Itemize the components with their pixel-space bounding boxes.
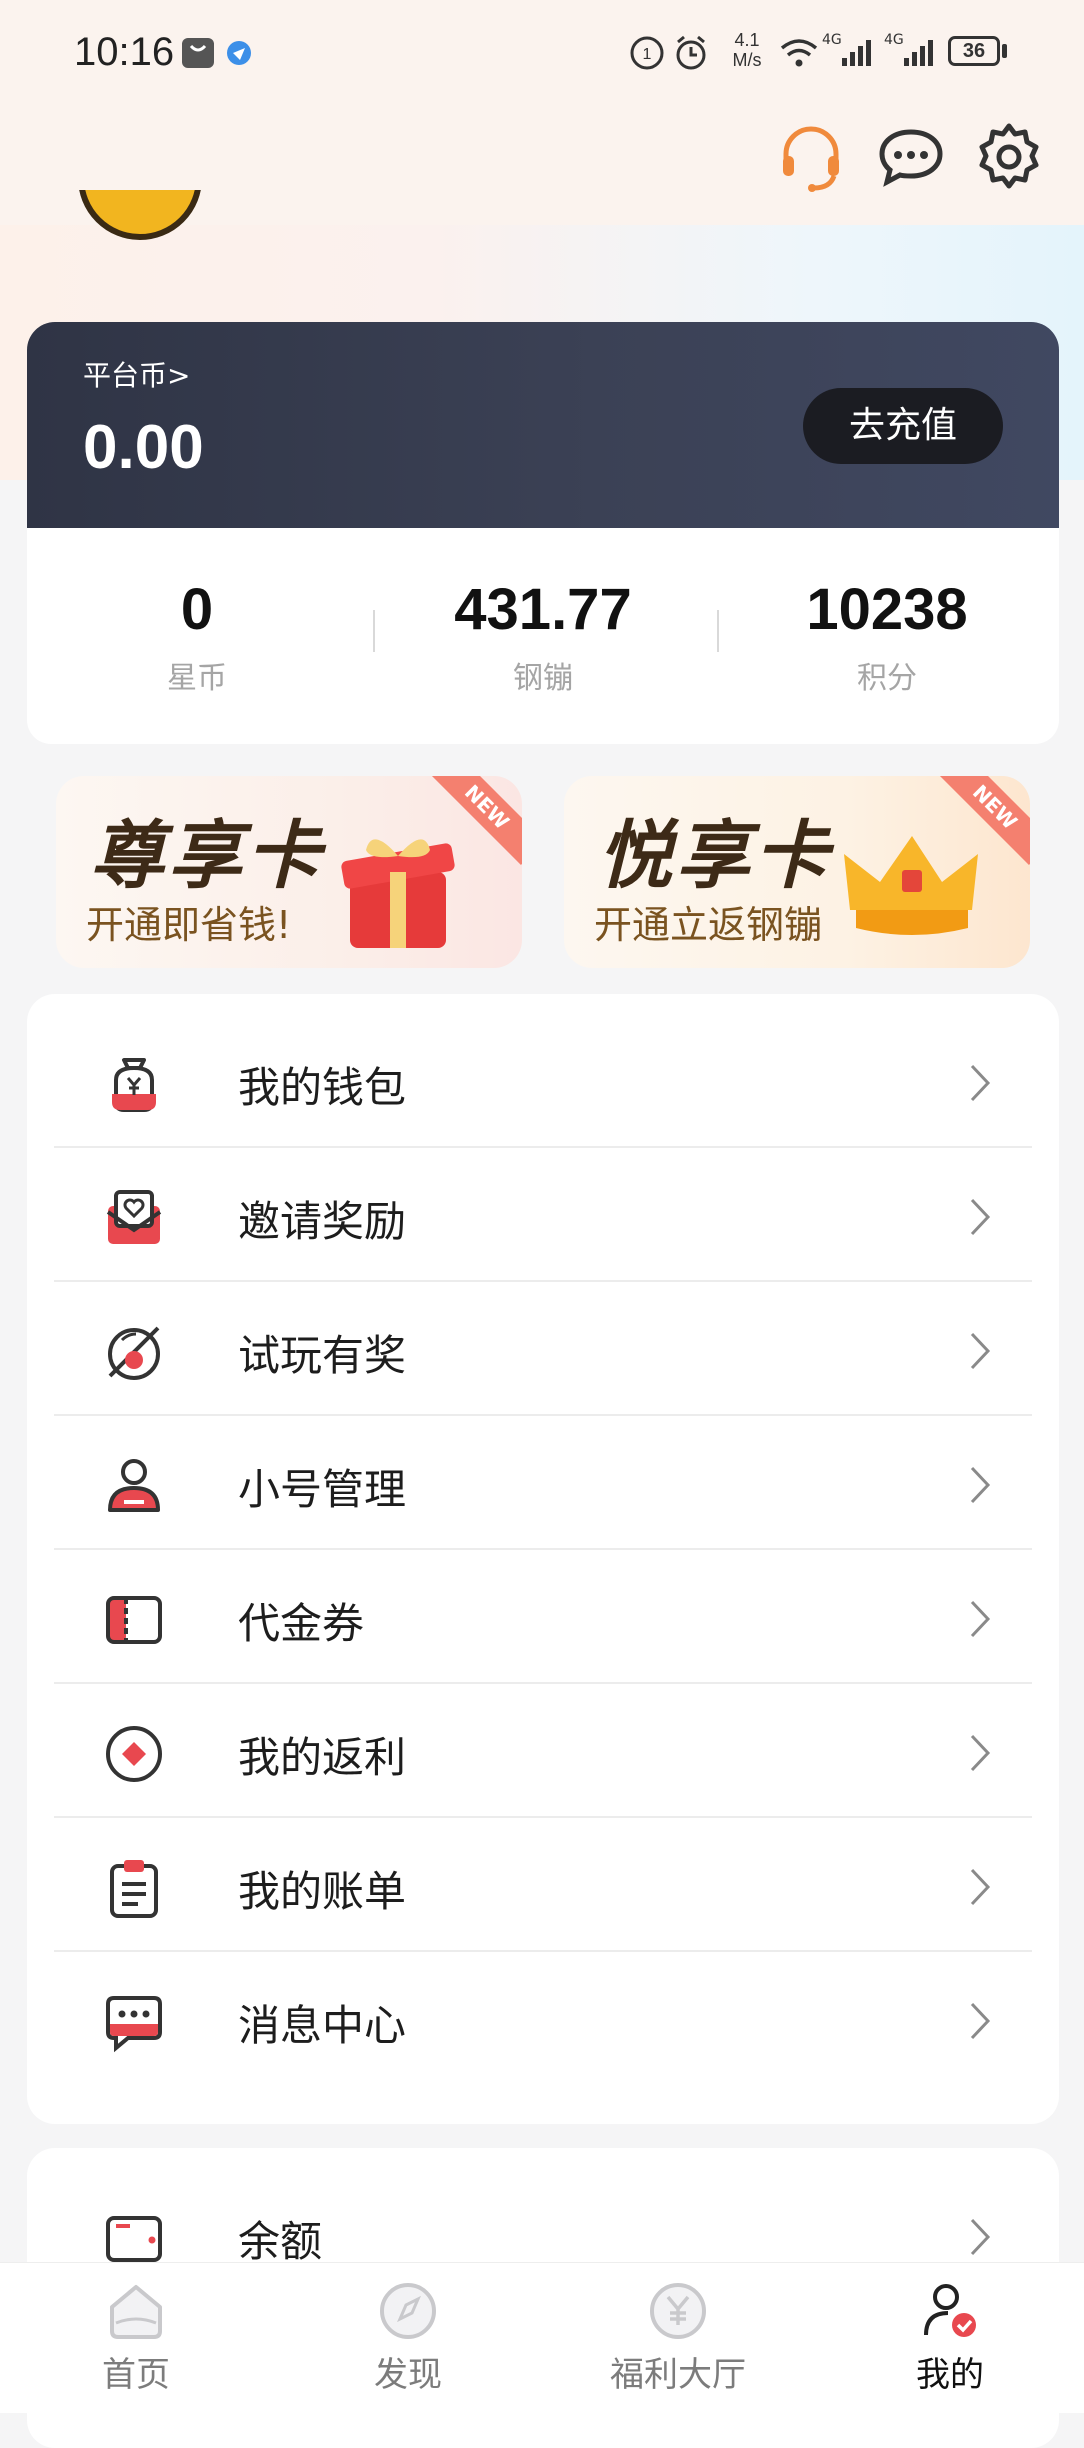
account-manage-icon	[108, 1459, 160, 1512]
battery-tip	[1002, 44, 1007, 58]
nav-label: 我的	[916, 2355, 984, 2395]
status-bar: 10:16 1 4.1 M/s 4G 4G 36	[0, 0, 1084, 110]
menu-card: 我的钱包 邀请奖励 试玩有奖 小号管理 代金券 我的返利 我的账单 消息中心	[27, 994, 1059, 2124]
balance-card-icon	[106, 2216, 162, 2262]
chevron-right-icon	[970, 2218, 991, 2256]
net-speed-value: 4.1	[734, 30, 760, 50]
bottom-navigation: 首页 发现 福利大厅 我的	[0, 2262, 1084, 2413]
stat-value: 0	[180, 577, 214, 642]
wifi-icon	[780, 39, 818, 67]
stat-star-coin[interactable]: 0 星币	[47, 576, 347, 697]
stat-value: 431.77	[454, 577, 632, 642]
status-time: 10:16	[74, 30, 175, 74]
message-icon[interactable]	[874, 120, 948, 194]
stat-label: 积分	[857, 661, 917, 696]
menu-item-wallet[interactable]: 我的钱包	[54, 1014, 1032, 1148]
bill-clipboard-icon	[110, 1860, 158, 1918]
platform-coin-card: 平台币> 0.00 去充值	[27, 322, 1059, 528]
yuan-coin-icon	[650, 2283, 706, 2339]
menu-item-label: 消息中心	[238, 2001, 407, 2050]
stat-divider	[373, 610, 375, 652]
chevron-right-icon	[970, 1600, 991, 1638]
promo-card-pleasure[interactable]: 悦享卡 开通立返钢镚 NEW	[564, 776, 1030, 968]
nav-discover[interactable]: 发现	[328, 2279, 488, 2396]
menu-item-account-manage[interactable]: 小号管理	[54, 1416, 1032, 1550]
menu-item-label: 邀请奖励	[238, 1197, 407, 1246]
menu-item-rebate[interactable]: 我的返利	[54, 1684, 1032, 1818]
home-icon	[110, 2285, 162, 2339]
settings-gear-icon[interactable]	[972, 120, 1046, 194]
compass-icon	[380, 2283, 436, 2339]
chevron-right-icon	[970, 1198, 991, 1236]
message-center-icon	[106, 1996, 162, 2053]
promo-card-premium[interactable]: 尊享卡 开通即省钱! NEW	[56, 776, 522, 968]
stat-divider	[717, 610, 719, 652]
menu-item-label: 我的钱包	[238, 1063, 407, 1112]
menu-item-label: 我的账单	[238, 1867, 407, 1916]
app-notification-icon	[227, 41, 251, 65]
battery-indicator: 36	[948, 36, 1000, 66]
stat-steel-coin[interactable]: 431.77 钢镚	[393, 576, 693, 697]
menu-item-label: 我的返利	[238, 1733, 407, 1782]
trial-play-icon	[108, 1326, 160, 1380]
nav-label: 首页	[102, 2355, 170, 2395]
customer-service-icon[interactable]	[774, 120, 848, 194]
alarm-icon	[676, 35, 706, 70]
nav-home[interactable]: 首页	[56, 2279, 216, 2396]
data-saver-icon: 1	[630, 36, 664, 70]
stats-card: 0 星币 431.77 钢镚 10238 积分	[27, 528, 1059, 744]
menu-item-invite[interactable]: 邀请奖励	[54, 1148, 1032, 1282]
crown-icon	[844, 836, 978, 935]
stat-label: 星币	[167, 661, 227, 696]
wallet-bag-icon	[112, 1058, 156, 1112]
stat-points[interactable]: 10238 积分	[737, 576, 1037, 697]
profile-icon	[924, 2284, 976, 2337]
network-speed: 4.1 M/s	[724, 30, 770, 70]
shopping-bag-icon	[182, 38, 214, 68]
recharge-button[interactable]: 去充值	[803, 388, 1003, 464]
stat-value: 10238	[806, 577, 968, 642]
nav-welfare-hall[interactable]: 福利大厅	[598, 2279, 758, 2396]
platform-coin-value: 0.00	[83, 413, 204, 482]
stat-label: 钢镚	[513, 661, 573, 696]
menu-item-label: 余额	[238, 2217, 323, 2266]
menu-item-bills[interactable]: 我的账单	[54, 1818, 1032, 1952]
menu-item-label: 代金券	[238, 1599, 365, 1648]
signal-2-icon	[904, 40, 933, 66]
menu-item-trial-reward[interactable]: 试玩有奖	[54, 1282, 1032, 1416]
chevron-right-icon	[970, 1466, 991, 1504]
rebate-icon	[106, 1726, 162, 1782]
chevron-right-icon	[970, 1734, 991, 1772]
voucher-icon	[106, 1596, 162, 1644]
menu-item-voucher[interactable]: 代金券	[54, 1550, 1032, 1684]
gift-box-icon	[341, 839, 455, 948]
chevron-right-icon	[970, 2002, 991, 2040]
avatar[interactable]	[78, 190, 202, 240]
chevron-right-icon	[970, 1332, 991, 1370]
platform-coin-link[interactable]: 平台币>	[83, 354, 190, 394]
net-speed-unit: M/s	[732, 50, 762, 70]
chevron-right-icon	[970, 1064, 991, 1102]
menu-item-label: 小号管理	[238, 1465, 407, 1514]
nav-label: 福利大厅	[610, 2355, 746, 2395]
promo-title: 悦享卡	[598, 813, 832, 899]
menu-item-label: 试玩有奖	[238, 1331, 407, 1380]
svg-text:1: 1	[643, 46, 652, 63]
promo-subtitle: 开通即省钱!	[86, 903, 292, 947]
promo-subtitle: 开通立返钢镚	[594, 903, 823, 947]
nav-label: 发现	[374, 2355, 442, 2395]
promo-title: 尊享卡	[90, 813, 324, 899]
chevron-right-icon	[970, 1868, 991, 1906]
signal-1-icon	[842, 40, 871, 66]
nav-mine[interactable]: 我的	[870, 2279, 1030, 2396]
menu-item-message-center[interactable]: 消息中心	[54, 1952, 1032, 2086]
invite-envelope-icon	[106, 1190, 162, 1244]
